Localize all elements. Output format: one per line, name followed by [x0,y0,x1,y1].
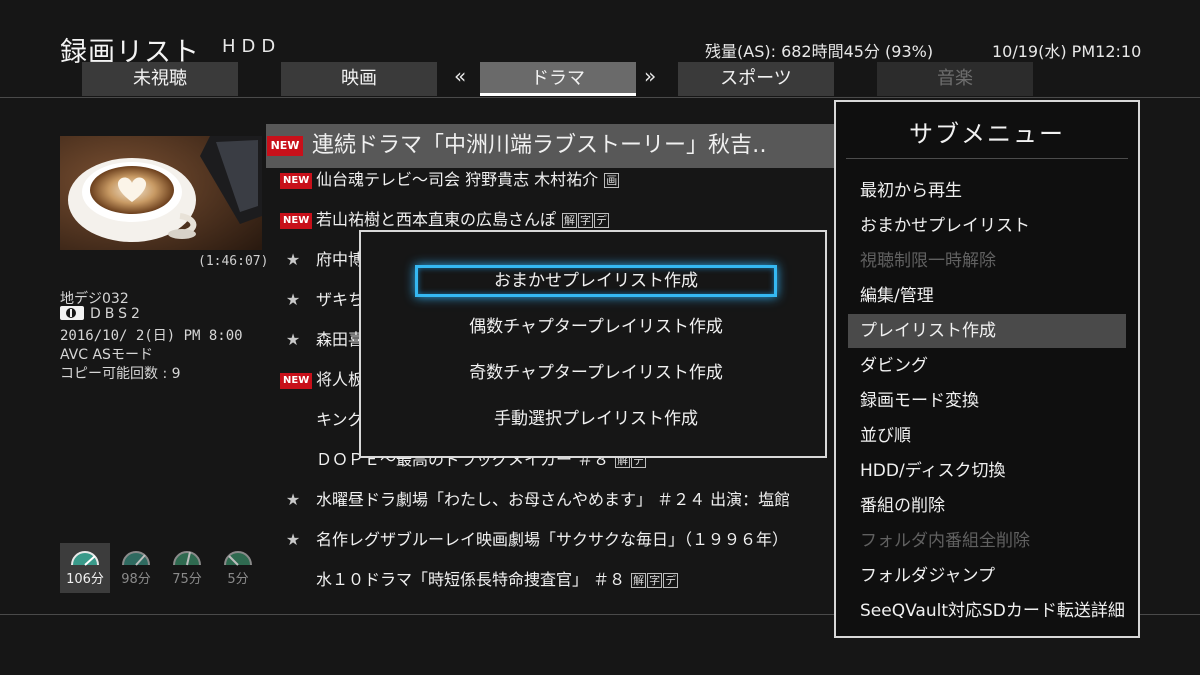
recording-mode: AVC ASモード [60,347,153,363]
dialog-even-chapter-playlist[interactable]: 偶数チャプタープレイリスト作成 [415,311,777,343]
recording-title: 若山祐樹と西本直東の広島さんぽ [316,210,557,229]
copy-count: コピー可能回数 : 9 [60,366,181,382]
recording-title: 将人板 [316,370,365,389]
program-thumbnail [60,136,262,250]
recording-title: 府中博 [316,250,365,269]
submenu-item-folder-jump[interactable]: フォルダジャンプ [848,559,1126,593]
air-date: 2016/10/ 2(日) PM 8:00 [60,328,243,344]
program-duration: (1:46:07) [198,254,269,269]
dialog-odd-chapter-playlist[interactable]: 奇数チャプタープレイリスト作成 [415,357,777,389]
dialog-auto-playlist[interactable]: おまかせプレイリスト作成 [415,265,777,297]
star-icon: ★ [285,330,301,349]
submenu-item-switch-hdd-disc[interactable]: HDD/ディスク切換 [848,454,1126,488]
new-badge: NEW [280,213,313,229]
program-attribute-tag: 画 [604,173,620,188]
station-name: DBS2 [90,306,144,322]
sub-menu-divider [846,158,1128,159]
tab-prev-icon[interactable]: « [454,64,466,88]
gauge-98[interactable]: 98分 [111,543,161,593]
recording-title: 名作レグザブルーレイ映画劇場「サクサクな毎日」（１９９６年） [316,530,789,549]
recording-row[interactable]: ★ 水曜昼ドラ劇場「わたし、お母さんやめます」 ＃２４ 出演：塩館 [266,482,836,518]
playlist-create-dialog: おまかせプレイリスト作成 偶数チャプタープレイリスト作成 奇数チャプタープレイリ… [359,230,827,458]
program-attribute-tag: 解 [562,213,578,228]
recording-title: 仙台魂テレビ～司会 狩野貴志 木村祐介 [316,170,599,189]
program-attribute-tag: デ [594,213,610,228]
submenu-item-create-playlist[interactable]: プレイリスト作成 [848,314,1126,348]
recording-row[interactable]: NEW 仙台魂テレビ～司会 狩野貴志 木村祐介画 [266,162,836,198]
submenu-item-convert-rec-mode[interactable]: 録画モード変換 [848,384,1126,418]
tab-next-icon[interactable]: » [644,64,656,88]
star-icon: ★ [285,250,301,269]
station-row: DBS2 [60,306,144,322]
star-icon: ★ [285,530,301,549]
channel-number: 地デジ032 [60,291,129,307]
storage-source: HDD [222,36,282,57]
tab-sports[interactable]: スポーツ [678,62,834,96]
sub-menu-title: サブメニュー [909,120,1065,148]
gauge-label: 98分 [121,572,151,587]
row-mark: NEW [280,362,313,398]
gauge-label: 75分 [172,572,202,587]
star-icon: ★ [285,290,301,309]
tab-unwatched[interactable]: 未視聴 [82,62,238,96]
recording-row[interactable]: 水１０ドラマ「時短係長特命捜査官」 ＃８ 解字デ [266,562,836,598]
recording-title: 水曜昼ドラ劇場「わたし、お母さんやめます」 ＃２４ 出演：塩館 [316,490,791,509]
program-attribute-tag: 字 [578,213,594,228]
recording-title: 森田喜 [316,330,365,349]
row-mark: NEW [280,162,313,198]
submenu-item-sort-order[interactable]: 並び順 [848,419,1126,453]
gauge-75[interactable]: 75分 [162,543,212,593]
sub-menu: サブメニュー 最初から再生 おまかせプレイリスト 視聴制限一時解除 編集/管理 プレイリ… [834,100,1140,638]
recording-title: キング [316,410,364,429]
program-attribute-tag: 解 [631,573,647,588]
program-attribute-tag: デ [663,573,679,588]
recording-row[interactable]: ★ 名作レグザブルーレイ映画劇場「サクサクな毎日」（１９９６年） [266,522,836,558]
dialog-manual-playlist[interactable]: 手動選択プレイリスト作成 [415,403,777,435]
remaining-capacity: 残量(AS): 682時間45分 (93%) [705,42,934,61]
recording-title: 水１０ドラマ「時短係長特命捜査官」 ＃８ [316,570,626,589]
broadcast-type-icon [60,306,84,320]
new-badge: NEW [280,173,313,189]
submenu-item-edit-manage[interactable]: 編集/管理 [848,279,1126,313]
submenu-item-dubbing[interactable]: ダビング [848,349,1126,383]
gauge-label: 106分 [66,572,104,587]
speedometer-icon [173,551,201,566]
new-badge: NEW [266,136,304,156]
submenu-item-delete-program[interactable]: 番組の削除 [848,489,1126,523]
tab-movies[interactable]: 映画 [281,62,437,96]
new-badge: NEW [280,373,313,389]
speedometer-icon [71,551,99,566]
submenu-item-seeqvault-sd-transfer[interactable]: SeeQVault対応SDカード転送詳細 [848,594,1126,628]
submenu-item-play-from-start[interactable]: 最初から再生 [848,174,1126,208]
gauge-5[interactable]: 5分 [213,543,263,593]
header-divider [0,97,1200,98]
submenu-item-auto-playlist[interactable]: おまかせプレイリスト [848,209,1126,243]
tab-drama[interactable]: ドラマ [480,62,636,96]
recording-title: ザキち [316,290,365,309]
program-attribute-tag: 字 [647,573,663,588]
speedometer-icon [122,551,150,566]
row-mark: NEW [280,202,313,238]
current-datetime: 10/19(水) PM12:10 [992,42,1142,61]
star-icon: ★ [285,490,301,509]
recording-title: 連続ドラマ「中洲川端ラブストーリー」秋吉‥ [312,133,767,158]
gauge-label: 5分 [227,572,249,587]
submenu-item-parental-unlock[interactable]: 視聴制限一時解除 [848,244,1126,278]
speedometer-icon [224,551,252,566]
submenu-item-delete-all-in-folder[interactable]: フォルダ内番組全削除 [848,524,1126,558]
gauge-106[interactable]: 106分 [60,543,110,593]
tab-music[interactable]: 音楽 [877,62,1033,96]
